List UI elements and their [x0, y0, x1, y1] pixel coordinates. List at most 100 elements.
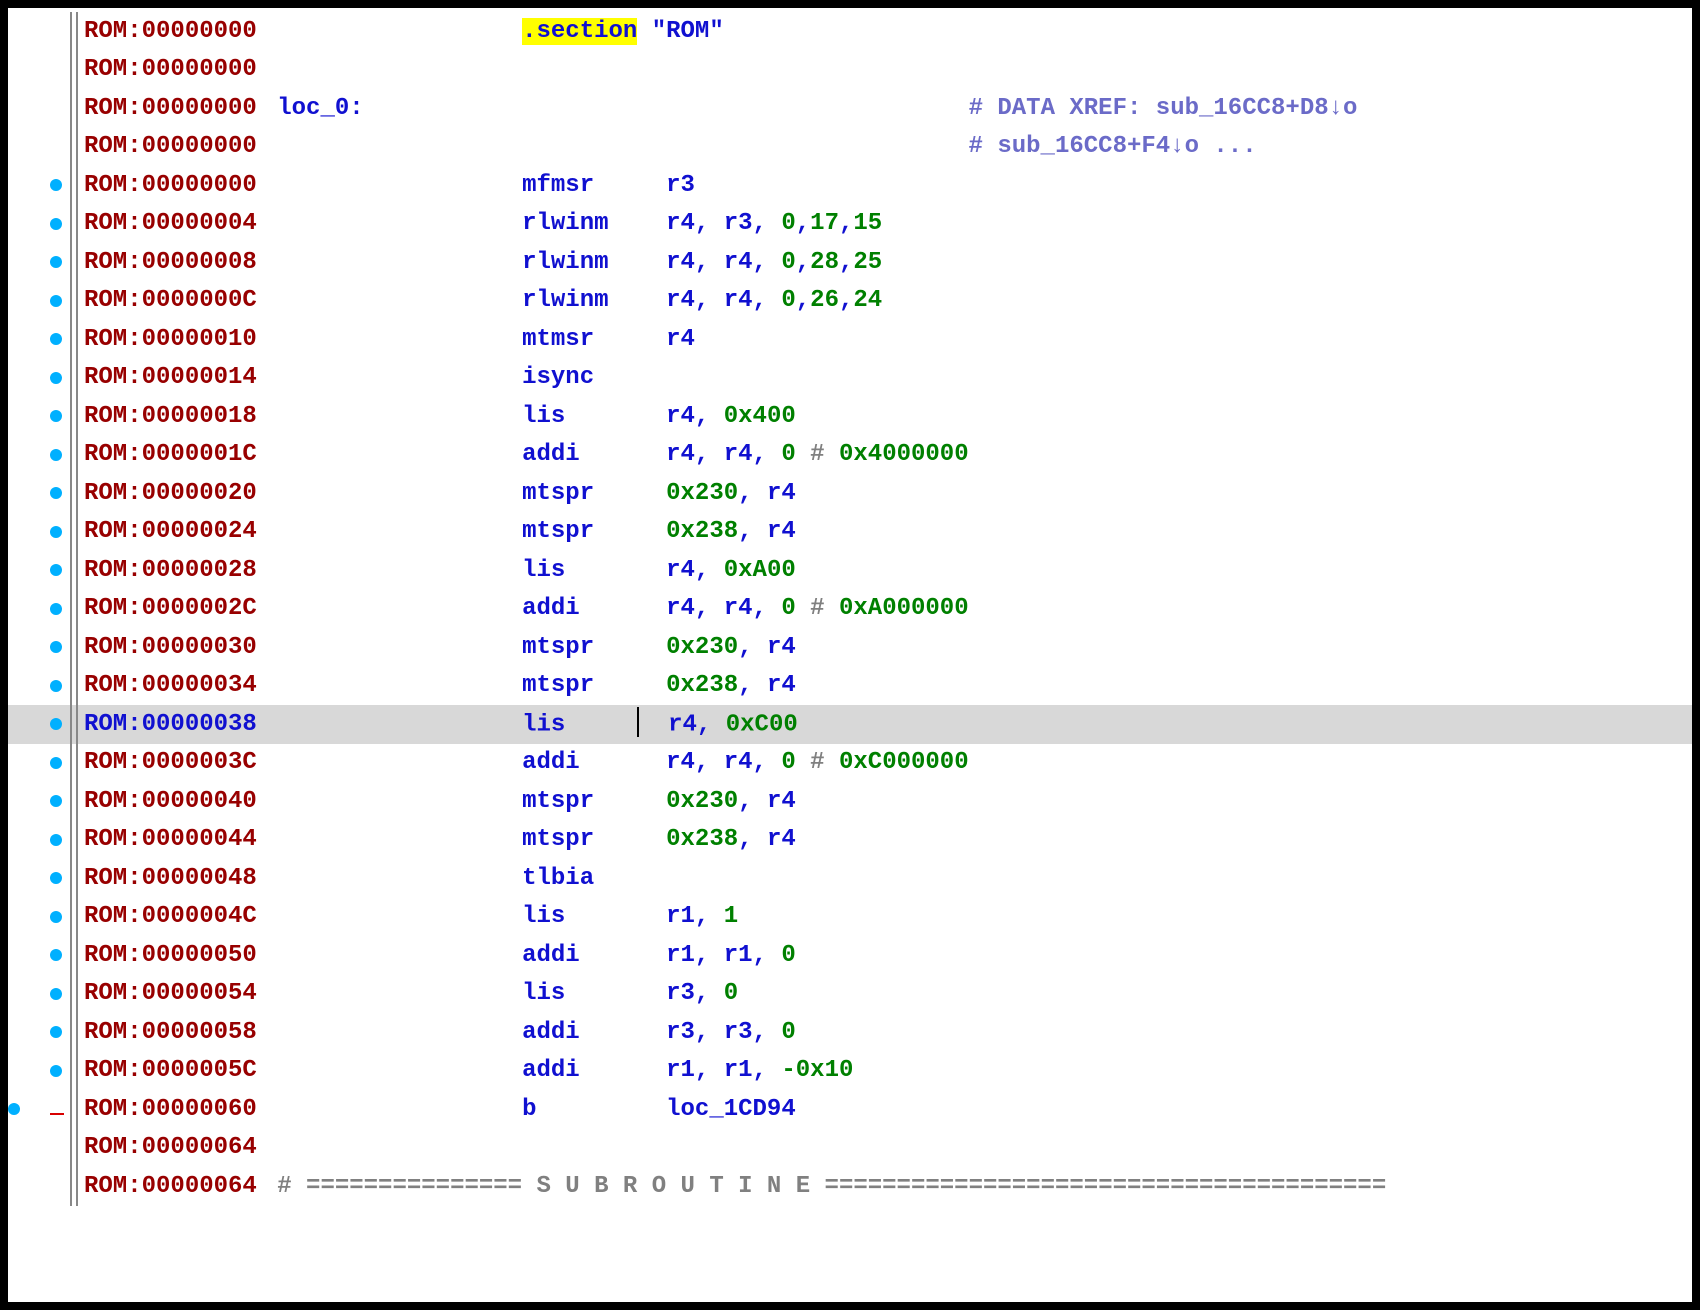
breakpoint-icon[interactable] [50, 834, 62, 846]
asm-line[interactable]: ROM:00000060 b loc_1CD94 [8, 1090, 1692, 1129]
operand-register[interactable]: r3 [666, 980, 695, 1007]
operand-number[interactable]: -0x10 [781, 1057, 853, 1084]
operand-number[interactable]: 0x230 [666, 634, 738, 661]
operand-register[interactable]: loc_1CD94 [666, 1096, 796, 1123]
asm-line[interactable]: ROM:00000000 loc_0: # DATA XREF: sub_16C… [8, 89, 1692, 128]
operand-register[interactable]: r3 [666, 172, 695, 199]
asm-line[interactable]: ROM:00000010 mtmsr r4 [8, 320, 1692, 359]
operand-register[interactable]: r4 [666, 595, 695, 622]
address[interactable]: ROM:00000058 [78, 1019, 271, 1046]
asm-line[interactable]: ROM:00000008 rlwinm r4, r4, 0,28,25 [8, 243, 1692, 282]
address[interactable]: ROM:00000000 [78, 56, 271, 83]
asm-line[interactable]: ROM:0000003C addi r4, r4, 0 # 0xC000000 [8, 744, 1692, 783]
operand-register[interactable]: r1 [724, 942, 753, 969]
address[interactable]: ROM:00000010 [78, 326, 271, 353]
breakpoint-icon[interactable] [50, 526, 62, 538]
address[interactable]: ROM:00000008 [78, 249, 271, 276]
gutter[interactable] [8, 988, 70, 1000]
breakpoint-icon[interactable] [50, 988, 62, 1000]
address[interactable]: ROM:0000000C [78, 287, 271, 314]
gutter[interactable] [8, 333, 70, 345]
operand-number[interactable]: 0 [781, 249, 795, 276]
breakpoint-icon[interactable] [50, 564, 62, 576]
gutter[interactable] [8, 218, 70, 230]
breakpoint-icon[interactable] [50, 872, 62, 884]
operand-number[interactable]: 24 [853, 287, 882, 314]
operand-register[interactable]: r4 [666, 403, 695, 430]
asm-line[interactable]: ROM:00000064 # =============== S U B R O… [8, 1167, 1692, 1206]
asm-line[interactable]: ROM:0000005C addi r1, r1, -0x10 [8, 1052, 1692, 1091]
address[interactable]: ROM:0000004C [78, 903, 271, 930]
operand-register[interactable]: r4 [724, 441, 753, 468]
operand-register[interactable]: r1 [724, 1057, 753, 1084]
breakpoint-icon[interactable] [50, 949, 62, 961]
breakpoint-icon[interactable] [50, 1065, 62, 1077]
operand-register[interactable]: r3 [724, 210, 753, 237]
address[interactable]: ROM:00000020 [78, 480, 271, 507]
breakpoint-icon[interactable] [50, 911, 62, 923]
asm-line[interactable]: ROM:00000048 tlbia [8, 859, 1692, 898]
breakpoint-icon[interactable] [50, 795, 62, 807]
address[interactable]: ROM:00000030 [78, 634, 271, 661]
operand-number[interactable]: 17 [810, 210, 839, 237]
asm-line[interactable]: ROM:00000020 mtspr 0x230, r4 [8, 474, 1692, 513]
address[interactable]: ROM:00000064 [78, 1173, 271, 1200]
asm-line[interactable]: ROM:00000000 # sub_16CC8+F4↓o ... [8, 128, 1692, 167]
address[interactable]: ROM:0000001C [78, 441, 271, 468]
operand-register[interactable]: r4 [767, 788, 796, 815]
asm-line[interactable]: ROM:0000000C rlwinm r4, r4, 0,26,24 [8, 282, 1692, 321]
operand-number[interactable]: 0 [781, 441, 795, 468]
address[interactable]: ROM:00000048 [78, 865, 271, 892]
breakpoint-icon[interactable] [50, 179, 62, 191]
operand-register[interactable]: r4 [666, 749, 695, 776]
address[interactable]: ROM:00000044 [78, 826, 271, 853]
operand-number[interactable]: 26 [810, 287, 839, 314]
asm-line[interactable]: ROM:00000034 mtspr 0x238, r4 [8, 667, 1692, 706]
asm-line[interactable]: ROM:00000054 lis r3, 0 [8, 975, 1692, 1014]
operand-number[interactable]: 0x238 [666, 826, 738, 853]
breakpoint-icon[interactable] [50, 295, 62, 307]
asm-line[interactable]: ROM:00000038 lis r4, 0xC00 [8, 705, 1692, 744]
address[interactable]: ROM:0000005C [78, 1057, 271, 1084]
breakpoint-icon[interactable] [50, 641, 62, 653]
operand-register[interactable]: r4 [724, 749, 753, 776]
address[interactable]: ROM:0000002C [78, 595, 271, 622]
address[interactable]: ROM:00000014 [78, 364, 271, 391]
asm-line[interactable]: ROM:00000000 [8, 51, 1692, 90]
address[interactable]: ROM:00000040 [78, 788, 271, 815]
gutter[interactable] [8, 872, 70, 884]
operand-register[interactable]: r4 [666, 441, 695, 468]
operand-register[interactable]: r1 [666, 942, 695, 969]
operand-number[interactable]: 0x238 [666, 672, 738, 699]
address[interactable]: ROM:00000000 [78, 133, 271, 160]
code-listing[interactable]: ROM:00000000 .section "ROM" ROM:00000000 … [8, 8, 1692, 1206]
gutter[interactable] [8, 564, 70, 576]
breakpoint-icon[interactable] [50, 487, 62, 499]
gutter[interactable] [8, 834, 70, 846]
operand-register[interactable]: r4 [767, 826, 796, 853]
operand-number[interactable]: 25 [853, 249, 882, 276]
gutter[interactable] [8, 372, 70, 384]
breakpoint-icon[interactable] [50, 1026, 62, 1038]
gutter[interactable] [8, 179, 70, 191]
operand-register[interactable]: r4 [767, 480, 796, 507]
code-label[interactable]: loc_0: [277, 95, 363, 122]
asm-line[interactable]: ROM:00000004 rlwinm r4, r3, 0,17,15 [8, 205, 1692, 244]
xref-comment[interactable]: # sub_16CC8+F4↓o ... [969, 133, 1257, 160]
operand-register[interactable]: r4 [666, 210, 695, 237]
operand-register[interactable]: r1 [666, 1057, 695, 1084]
operand-register[interactable]: r4 [724, 595, 753, 622]
gutter[interactable] [8, 526, 70, 538]
operand-register[interactable]: r4 [724, 249, 753, 276]
address[interactable]: ROM:00000018 [78, 403, 271, 430]
operand-register[interactable]: r3 [724, 1019, 753, 1046]
operand-number[interactable]: 0 [781, 942, 795, 969]
operand-register[interactable]: r4 [666, 326, 695, 353]
gutter[interactable] [8, 603, 70, 615]
gutter[interactable] [8, 449, 70, 461]
address[interactable]: ROM:00000000 [78, 95, 271, 122]
operand-number[interactable]: 0 [781, 595, 795, 622]
asm-line[interactable]: ROM:00000000 .section "ROM" [8, 12, 1692, 51]
breakpoint-icon[interactable] [50, 718, 62, 730]
asm-line[interactable]: ROM:00000028 lis r4, 0xA00 [8, 551, 1692, 590]
